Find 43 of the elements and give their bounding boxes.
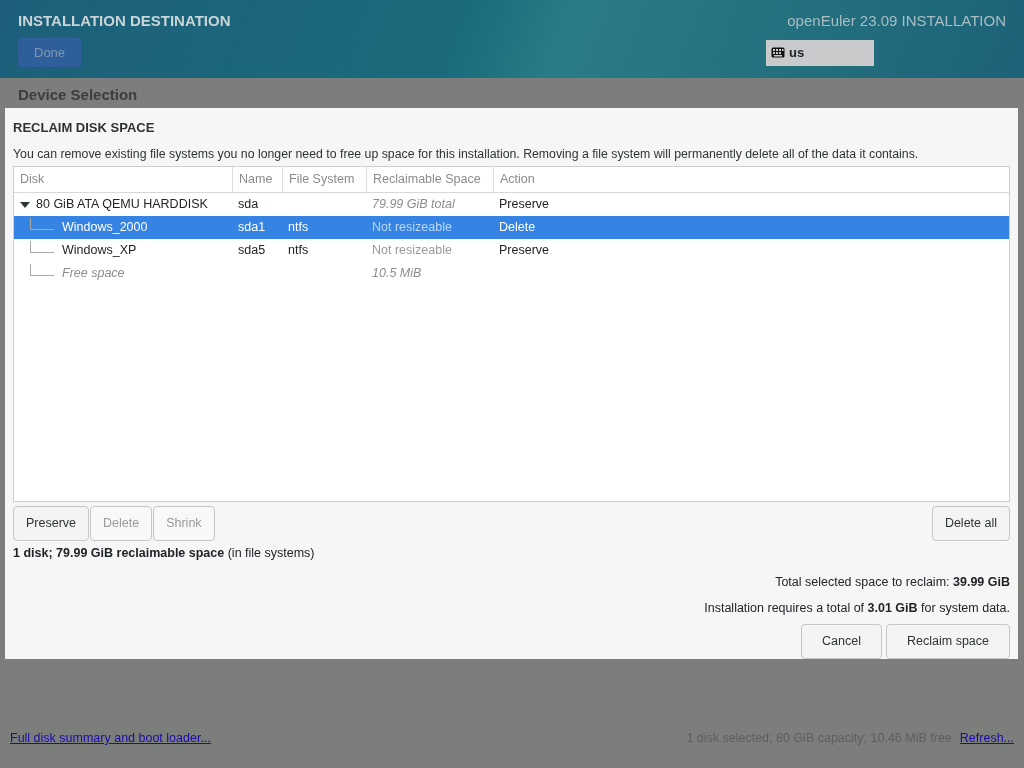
delete-all-button[interactable]: Delete all xyxy=(931,506,1010,541)
tree-row[interactable]: Free space 10.5 MiB xyxy=(14,262,1009,286)
action-button[interactable]: Preserve xyxy=(13,506,90,541)
table-cell-text: sda xyxy=(237,196,260,214)
column-header[interactable]: Reclaimable Space xyxy=(366,167,493,193)
refresh-link[interactable]: Refresh... xyxy=(959,729,1014,748)
cancel-button[interactable]: Cancel xyxy=(801,624,882,659)
table-cell-text: Preserve xyxy=(498,196,551,214)
table-cell-text: Not resizeable xyxy=(371,242,453,260)
table-cell-text: Not resizeable xyxy=(371,219,453,237)
column-header[interactable]: Disk xyxy=(14,167,232,193)
table-cell-text: Free space xyxy=(62,265,125,283)
table-cell-text: ntfs xyxy=(287,242,310,260)
keyboard-layout-button[interactable]: us xyxy=(766,39,874,66)
table-cell-text: Delete xyxy=(498,219,537,237)
column-header[interactable]: File System xyxy=(282,167,366,193)
table-cell-text: Windows_XP xyxy=(62,242,137,260)
dialog-description: You can remove existing file systems you no longer need to free up space for this installation. Removing a file system will permanently delete all of the data it contains. xyxy=(13,145,920,163)
keyboard-layout-text: us xyxy=(789,43,805,62)
column-header[interactable]: Action xyxy=(493,167,1009,193)
section-title: Device Selection xyxy=(17,85,139,105)
requirement-text: Installation requires a total of 3.01 GiB for system data. xyxy=(704,600,1010,615)
tree-row[interactable]: 80 GiB ATA QEMU HARDDISK sda 79.99 GiB total Preserve xyxy=(14,193,1009,217)
table-cell-text: sda5 xyxy=(237,242,267,260)
reclaimable-summary: 1 disk; 79.99 GiB reclaimable space (in file systems) xyxy=(13,546,315,560)
table-cell-text: 10.5 MiB xyxy=(371,265,423,283)
table-cell-text: 79.99 GiB total xyxy=(371,196,456,214)
product-title: openEuler 23.09 INSTALLATION xyxy=(787,11,1006,31)
keyboard-icon xyxy=(771,47,785,58)
disk-summary-link[interactable]: Full disk summary and boot loader... xyxy=(10,729,211,748)
table-cell-text: Preserve xyxy=(498,242,551,260)
tree-row[interactable]: Windows_2000 sda1 ntfs Not resizeable Delete xyxy=(14,216,1009,240)
column-header[interactable]: Name xyxy=(232,167,282,193)
dialog-title: RECLAIM DISK SPACE xyxy=(13,119,156,137)
table-cell-text: sda1 xyxy=(237,219,267,237)
screen-title: INSTALLATION DESTINATION xyxy=(18,11,231,31)
table-cell-text: 80 GiB ATA QEMU HARDDISK xyxy=(36,196,208,214)
tree-row[interactable]: Windows_XP sda5 ntfs Not resizeable Preserve xyxy=(14,239,1009,263)
total-selected-text: Total selected space to reclaim: 39.99 GiB xyxy=(775,574,1010,589)
table-cell-text: ntfs xyxy=(287,219,310,237)
expanded-arrow-icon[interactable] xyxy=(20,199,30,210)
reclaim-button[interactable]: Reclaim space xyxy=(886,624,1010,659)
table-cell-text: Windows_2000 xyxy=(62,219,148,237)
